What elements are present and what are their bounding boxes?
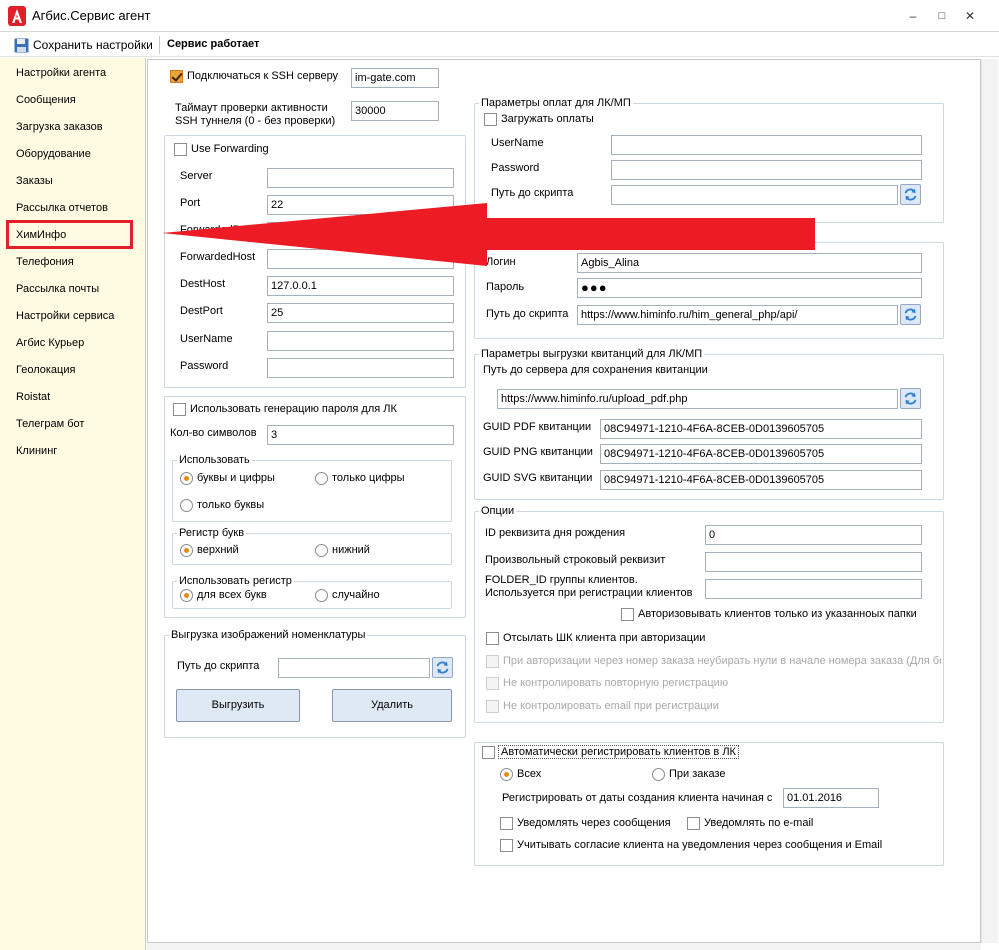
red-arrow-annotation bbox=[162, 203, 815, 266]
